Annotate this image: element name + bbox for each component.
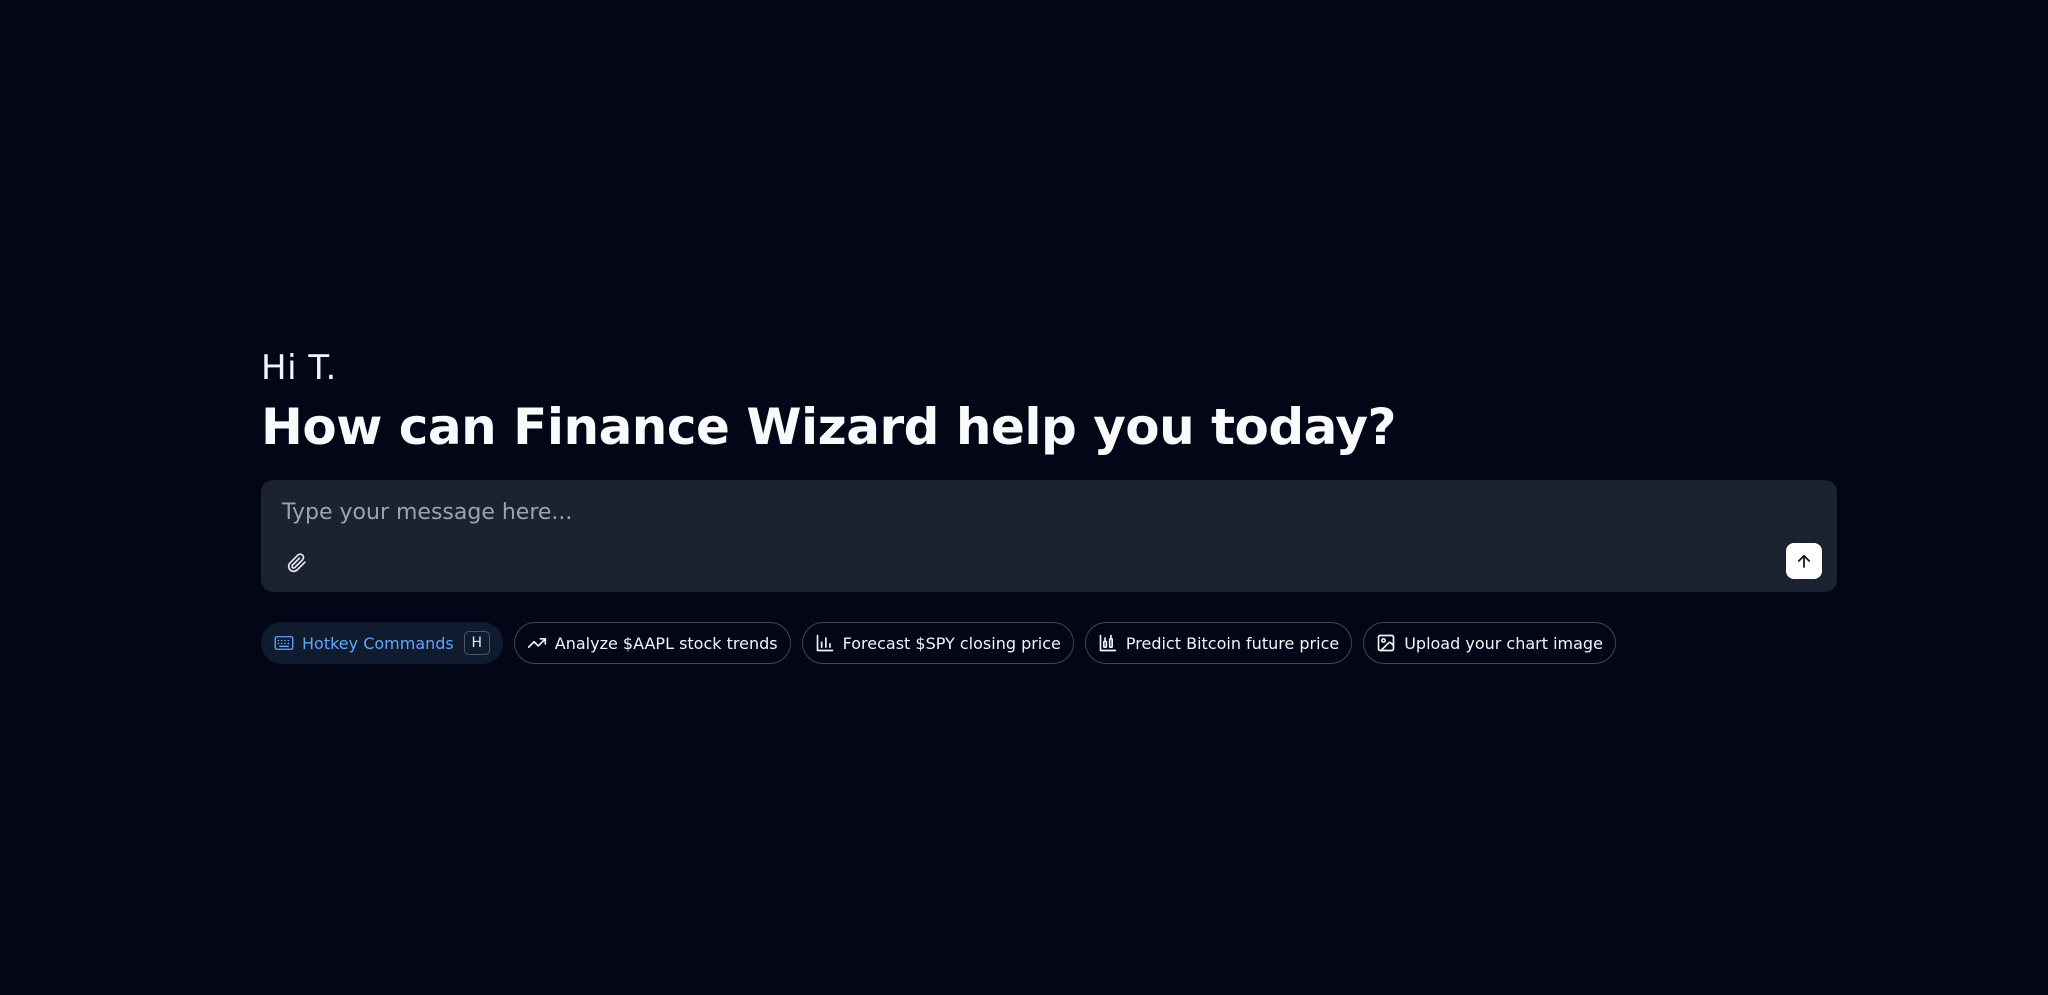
suggestion-chips: Hotkey Commands H Analyze $AAPL stock tr… [261, 622, 1837, 664]
message-composer [261, 480, 1837, 592]
message-input[interactable] [282, 492, 1782, 532]
suggestion-chip-forecast-spy[interactable]: Forecast $SPY closing price [801, 622, 1074, 664]
suggestion-chip-upload-chart[interactable]: Upload your chart image [1363, 622, 1616, 664]
greeting-text: Hi T. [261, 348, 337, 388]
hotkey-key-badge: H [463, 631, 490, 655]
suggestion-chip-analyze-aapl[interactable]: Analyze $AAPL stock trends [513, 622, 791, 664]
paperclip-icon [287, 553, 307, 573]
trending-up-icon [527, 633, 547, 653]
suggestion-chip-label: Upload your chart image [1404, 633, 1603, 653]
suggestion-chip-label: Predict Bitcoin future price [1125, 633, 1340, 653]
attach-button[interactable] [282, 548, 312, 578]
bar-chart-icon [815, 633, 835, 653]
app-root: Hi T. How can Finance Wizard help you to… [0, 0, 2048, 995]
suggestion-chip-predict-bitcoin[interactable]: Predict Bitcoin future price [1084, 622, 1353, 664]
send-button[interactable] [1786, 543, 1822, 579]
welcome-panel: Hi T. How can Finance Wizard help you to… [261, 346, 1837, 664]
hotkey-commands-chip[interactable]: Hotkey Commands H [261, 622, 503, 664]
arrow-up-icon [1795, 552, 1813, 570]
keyboard-icon [274, 635, 294, 651]
suggestion-chip-label: Forecast $SPY closing price [842, 633, 1061, 653]
image-icon [1376, 633, 1396, 653]
suggestion-chip-label: Analyze $AAPL stock trends [554, 633, 778, 653]
hotkey-commands-label: Hotkey Commands [302, 633, 454, 653]
chart-analytics-icon [1098, 633, 1118, 653]
page-title: How can Finance Wizard help you today? [261, 398, 1396, 456]
